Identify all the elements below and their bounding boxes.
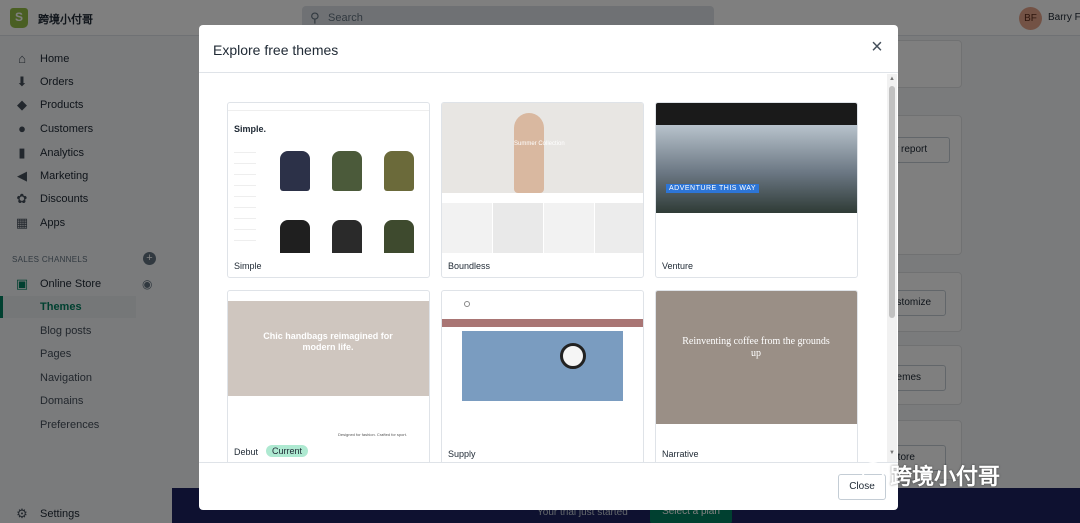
- wechat-icon: [862, 462, 884, 484]
- preview-photo: [544, 203, 594, 253]
- preview-photo: [493, 203, 543, 253]
- modal-scrollbar[interactable]: ▲ ▼: [887, 74, 897, 462]
- modal-title: Explore free themes: [213, 42, 339, 58]
- theme-name: Boundless: [448, 261, 491, 271]
- theme-preview-simple[interactable]: Simple.: [228, 103, 429, 253]
- product-jacket: [332, 151, 362, 191]
- preview-hero-text: ADVENTURE THIS WAY: [666, 184, 760, 193]
- theme-name: Supply: [448, 449, 476, 459]
- theme-preview-supply[interactable]: [442, 291, 643, 439]
- theme-card-venture[interactable]: ADVENTURE THIS WAY Venture: [655, 102, 858, 278]
- theme-name: Debut: [234, 447, 259, 457]
- preview-nav: [442, 319, 643, 327]
- watermark: 跨境小付哥: [890, 464, 1001, 489]
- theme-card-simple[interactable]: Simple. Simple: [227, 102, 430, 278]
- theme-preview-boundless[interactable]: Summer Collection: [442, 103, 643, 253]
- preview-hero: [462, 331, 623, 401]
- current-badge: Current: [266, 445, 309, 457]
- scroll-up-icon[interactable]: ▲: [889, 76, 895, 82]
- theme-name: Simple: [234, 261, 262, 271]
- preview-hero-text: Reinventing coffee from the grounds up: [682, 336, 830, 359]
- theme-card-supply[interactable]: Supply: [441, 290, 644, 462]
- theme-preview-narrative[interactable]: Reinventing coffee from the grounds up: [656, 291, 857, 439]
- theme-name: Narrative: [662, 449, 699, 459]
- preview-hero-text: Summer Collection: [514, 141, 565, 147]
- preview-nav: [442, 193, 643, 203]
- close-icon[interactable]: ×: [867, 37, 887, 57]
- preview-model: [514, 113, 544, 193]
- theme-preview-debut[interactable]: Chic handbags reimagined for modern life…: [228, 291, 429, 439]
- product-jacket: [384, 220, 414, 253]
- preview-caption: Designed for fashion. Crafted for sport.: [338, 432, 407, 437]
- preview-header: [656, 103, 857, 125]
- explore-themes-modal: Explore free themes × Simple. Simple Sum…: [199, 25, 898, 510]
- preview-hero: [656, 125, 857, 213]
- product-jacket: [332, 220, 362, 253]
- theme-preview-venture[interactable]: ADVENTURE THIS WAY: [656, 103, 857, 253]
- preview-header: [228, 103, 429, 111]
- preview-logo: [464, 301, 470, 307]
- product-jacket: [280, 151, 310, 191]
- preview-watch: [560, 343, 586, 369]
- theme-card-debut[interactable]: Chic handbags reimagined for modern life…: [227, 290, 430, 462]
- theme-name: Venture: [662, 261, 694, 271]
- theme-card-narrative[interactable]: Reinventing coffee from the grounds up N…: [655, 290, 858, 462]
- modal-body: Simple. Simple Summer Collection Boundle…: [199, 74, 898, 462]
- theme-card-boundless[interactable]: Summer Collection Boundless: [441, 102, 644, 278]
- scroll-thumb[interactable]: [889, 86, 895, 318]
- preview-photo: [595, 203, 643, 253]
- product-jacket: [384, 151, 414, 191]
- scroll-down-icon[interactable]: ▼: [889, 450, 895, 456]
- preview-title: Simple.: [234, 124, 267, 134]
- preview-hero-text: Chic handbags reimagined for modern life…: [263, 331, 393, 352]
- preview-menu: [234, 143, 264, 242]
- modal-header: Explore free themes ×: [199, 25, 898, 73]
- preview-photo: [442, 203, 492, 253]
- modal-footer: Close: [199, 462, 898, 510]
- product-jacket: [280, 220, 310, 253]
- preview-categories: [666, 213, 846, 253]
